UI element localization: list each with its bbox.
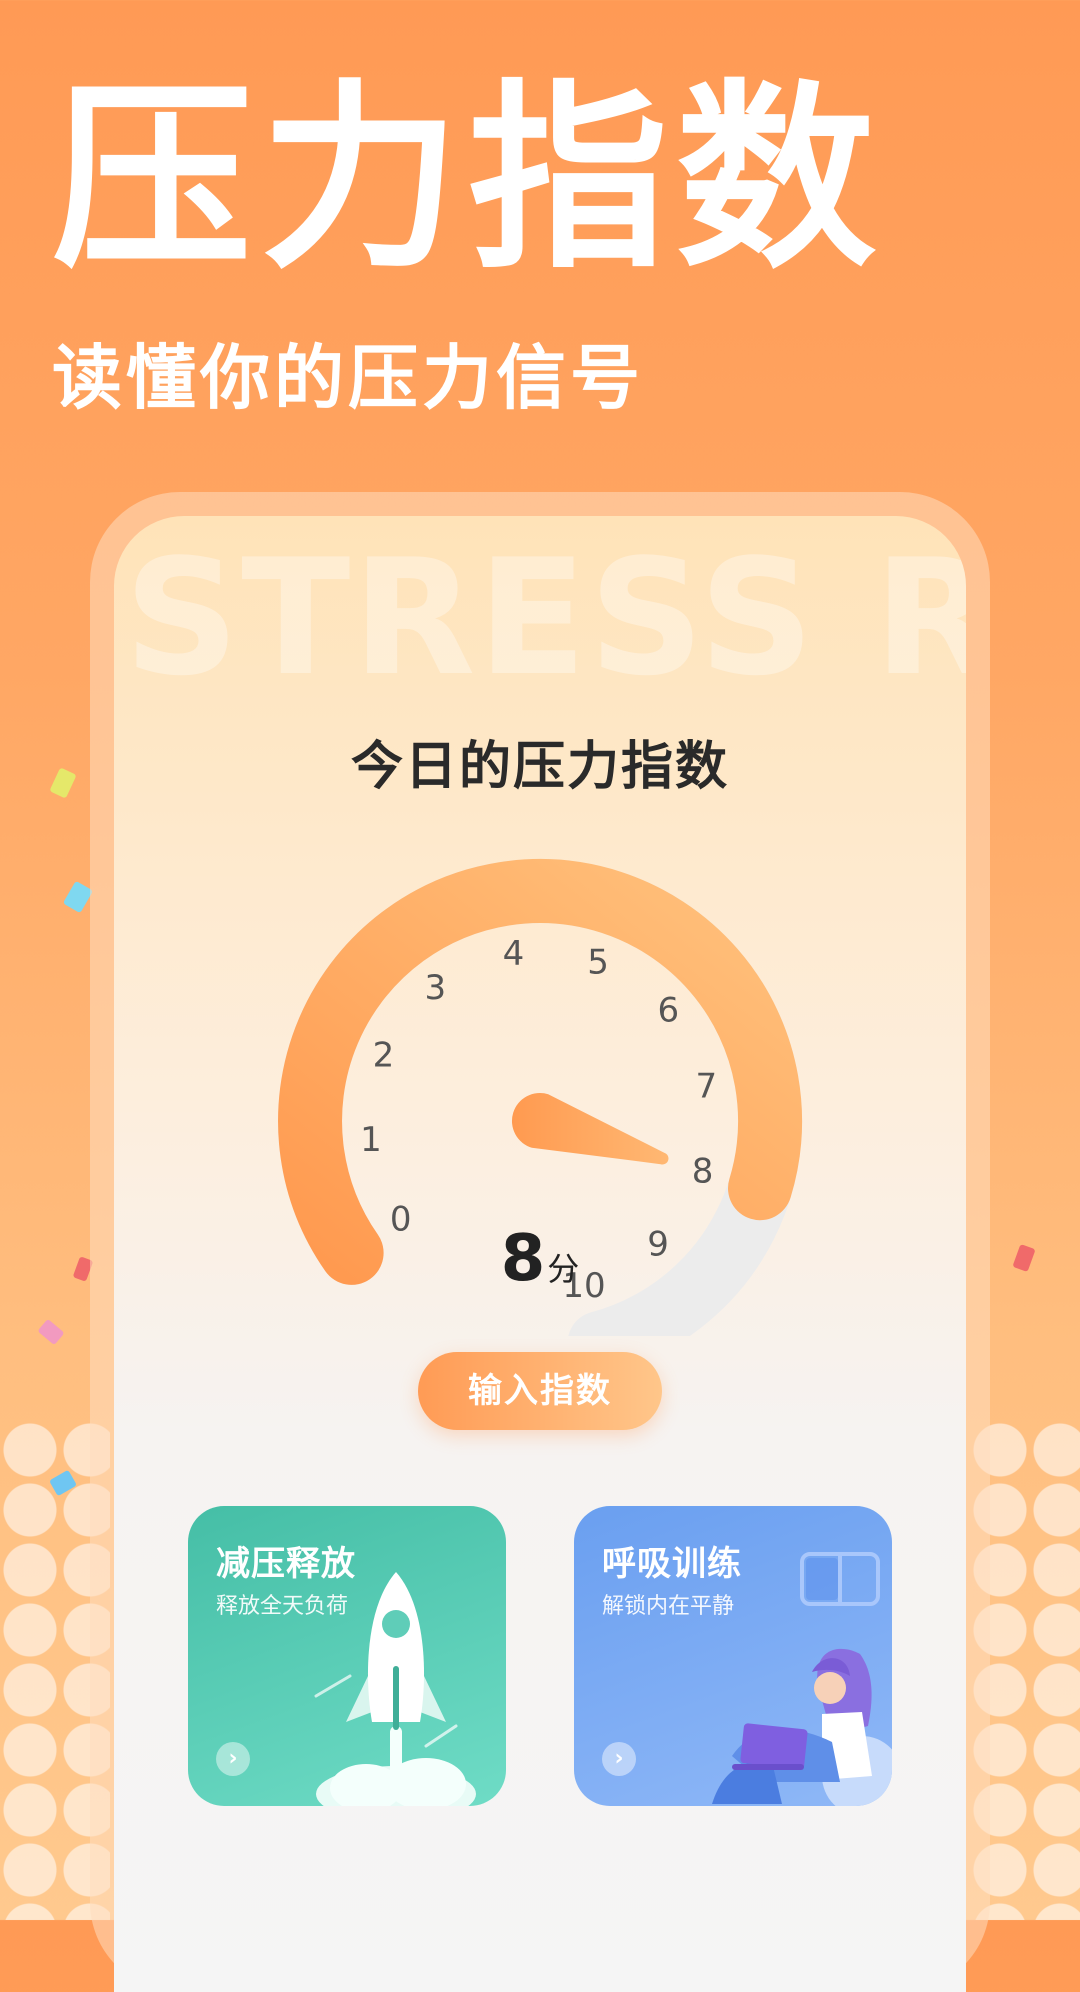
chevron-right-icon[interactable]: › xyxy=(602,1742,636,1776)
score-display: 8分 xyxy=(114,1222,966,1296)
input-index-button[interactable]: 输入指数 xyxy=(418,1352,662,1430)
phone-frame: STRESS RE 今日的压力指数 012345678910 8分 输入指数 xyxy=(90,492,990,1992)
gauge-tick-label: 7 xyxy=(695,1067,717,1107)
person-laptop-illustration xyxy=(712,1552,892,1806)
gauge-needle xyxy=(511,1092,669,1165)
rocket-icon xyxy=(314,1572,476,1806)
stress-index-card: STRESS RE 今日的压力指数 012345678910 8分 输入指数 xyxy=(114,516,966,1992)
hero-title: 压力指数 xyxy=(52,63,885,296)
gauge-tick-label: 4 xyxy=(503,934,525,974)
chevron-right-icon[interactable]: › xyxy=(216,1742,250,1776)
stress-gauge: 01234 5678910 xyxy=(278,859,803,1336)
hero-subtitle: 读懂你的压力信号 xyxy=(52,337,644,419)
confetti-icon xyxy=(37,1318,65,1346)
gauge-tick-label: 8 xyxy=(692,1152,714,1192)
gauge-tick-label: 6 xyxy=(657,991,679,1031)
gauge-tick-label: 5 xyxy=(587,942,609,982)
stress-relief-card[interactable]: 减压释放 释放全天负荷 › xyxy=(188,1506,506,1806)
gauge-tick-label: 1 xyxy=(360,1120,382,1160)
gauge-tick-label: 3 xyxy=(424,968,446,1008)
score-unit: 分 xyxy=(547,1250,580,1288)
breathing-training-card[interactable]: 呼吸训练 解锁内在平静 › xyxy=(574,1506,892,1806)
score-value: 8 xyxy=(500,1222,546,1296)
confetti-icon xyxy=(1012,1243,1036,1273)
confetti-icon xyxy=(49,767,77,799)
confetti-icon xyxy=(62,880,94,914)
gauge-tick-label: 2 xyxy=(373,1036,395,1076)
